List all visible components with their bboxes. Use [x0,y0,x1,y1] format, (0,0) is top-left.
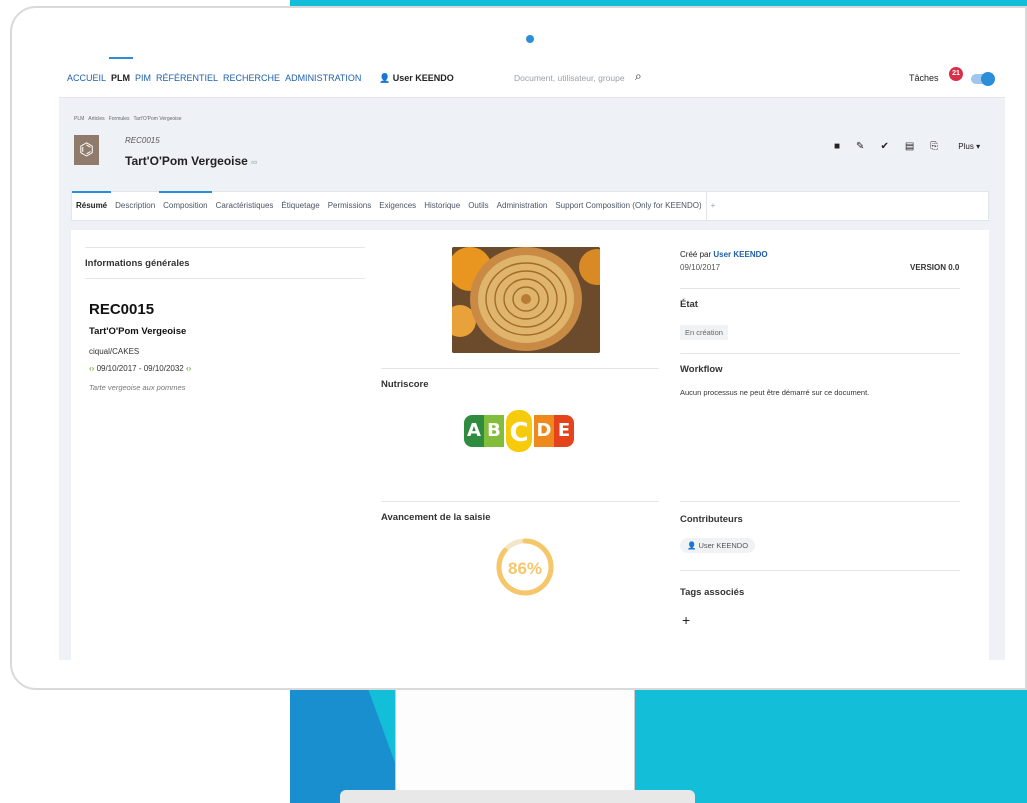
nav-plm[interactable]: PLM [111,73,130,83]
product-category: ciqual/CAKES [89,347,140,356]
state-badge: En création [680,325,728,340]
nutriscore-letter-a: A [464,415,484,447]
product-name: Tart'O'Pom Vergeoise [89,326,187,337]
divider [381,501,659,502]
print-icon[interactable]: ▤ [905,141,914,152]
tab-permissions[interactable]: Permissions [324,192,376,220]
book-icon[interactable]: ■ [834,141,840,152]
user-icon: 👤 [687,541,697,550]
breadcrumb-articles[interactable]: Articles [88,116,104,122]
divider [680,570,960,571]
general-info-title: Informations générales [85,258,190,269]
nutriscore-title: Nutriscore [381,379,429,390]
search-icon[interactable]: ⌕ [635,69,642,84]
workflow-message: Aucun processus ne peut être démarré sur… [680,388,870,397]
current-user-name: User KEENDO [392,73,454,83]
camera-dot [526,35,534,43]
divider [680,501,960,502]
tasks-label[interactable]: Tâches [909,73,939,83]
more-button[interactable]: Plus ▾ [958,142,980,151]
tab-exigences[interactable]: Exigences [375,192,420,220]
document-name: Tart'O'Pom Vergeoise [125,154,248,168]
link-icon[interactable]: ∞ [251,157,257,167]
add-tag-button[interactable]: + [682,612,690,628]
validity-arrows-icon: ‹› [89,364,95,373]
apple-tart-image [452,247,600,353]
validity-arrows-icon: ‹› [185,364,192,373]
tab-composition[interactable]: Composition [159,191,213,220]
created-by-user[interactable]: User KEENDO [713,250,767,259]
contributor-name: User KEENDO [698,541,749,550]
state-title: État [680,299,698,310]
divider [680,353,960,354]
tags-title: Tags associés [680,587,745,598]
nav-referentiel[interactable]: RÉFÉRENTIEL [156,73,218,83]
product-description: Tarte vergeoise aux pommes [89,383,186,392]
user-icon: 👤 [379,73,391,83]
current-user[interactable]: 👤 User KEENDO [379,73,454,84]
created-by-label: Créé par [680,250,712,259]
breadcrumb-formules[interactable]: Formules [109,116,130,122]
nav-recherche[interactable]: RECHERCHE [223,73,280,83]
summary-panel: Informations générales REC0015 Tart'O'Po… [71,230,989,660]
nutriscore-letter-e: E [554,415,574,447]
nutriscore-letter-c: C [504,408,534,454]
monitor-base [340,790,695,803]
progress-title: Avancement de la saisie [381,512,491,523]
nutriscore-letter-d: D [534,415,554,447]
divider [85,278,365,279]
nav-pim[interactable]: PIM [135,73,151,83]
tab-add[interactable]: + [705,192,720,220]
nav-accueil[interactable]: ACCUEIL [67,73,106,83]
clipboard-icon[interactable]: ⎘ [930,141,938,152]
nav-administration[interactable]: ADMINISTRATION [285,73,361,83]
top-navigation: ACCUEIL PLM PIM RÉFÉRENTIEL RECHERCHE ADMINIS… [59,56,1005,98]
tab-etiquetage[interactable]: Étiquetage [277,192,323,220]
progress-ring-graphic: 86% [496,538,554,596]
document-code: REC0015 [125,136,160,145]
nutriscore-letter-b: B [484,415,504,447]
tab-historique[interactable]: Historique [420,192,464,220]
contributor-chip[interactable]: 👤 User KEENDO [680,538,756,553]
validity-range: 09/10/2017 - 09/10/2032 [96,364,184,373]
tab-outils[interactable]: Outils [464,192,492,220]
document-type-icon: ⌬ [74,135,99,165]
tasks-toggle[interactable] [971,72,995,86]
created-by: Créé par User KEENDO [680,250,768,259]
tasks-count-badge: 21 [949,67,963,81]
main-menu: ACCUEIL PLM PIM RÉFÉRENTIEL RECHERCHE ADMINIS… [67,73,366,83]
tab-resume[interactable]: Résumé [72,191,112,220]
app-screen: ACCUEIL PLM PIM RÉFÉRENTIEL RECHERCHE ADMINIS… [59,56,1005,660]
breadcrumb-plm[interactable]: PLM [74,116,84,122]
breadcrumb: PLM Articles Formules Tart'O'Pom Vergeoise [74,116,186,122]
divider [85,247,365,248]
tab-administration[interactable]: Administration [493,192,552,220]
contributors-title: Contributeurs [680,514,743,525]
created-date: 09/10/2017 [680,263,721,272]
pin-icon[interactable]: ✎ [856,141,864,152]
monitor-stand [395,690,635,793]
tab-caracteristiques[interactable]: Caractéristiques [212,192,278,220]
product-photo [452,247,600,353]
check-icon[interactable]: ✔ [880,141,888,152]
reference-code: REC0015 [89,301,155,318]
workflow-title: Workflow [680,364,723,375]
progress-ring: 86% [493,535,557,604]
document-actions: ■ ✎ ✔ ▤ ⎘ Plus ▾ [834,141,996,152]
validity-dates: ‹› 09/10/2017 - 09/10/2032 ‹› [89,364,191,373]
tab-bar: Résumé Description Composition Caractéristi… [71,191,989,221]
breadcrumb-current: Tart'O'Pom Vergeoise [133,116,182,122]
search-input[interactable]: Document, utilisateur, groupe [514,73,625,83]
progress-value: 86% [508,559,542,578]
monitor-frame: ACCUEIL PLM PIM RÉFÉRENTIEL RECHERCHE ADMINIS… [10,6,1027,690]
tab-description[interactable]: Description [111,192,159,220]
version-label: VERSION 0.0 [910,263,960,272]
document-title: Tart'O'Pom Vergeoise ∞ [125,154,257,168]
divider [381,368,659,369]
divider [680,288,960,289]
tab-support-composition[interactable]: Support Composition (Only for KEENDO) [551,192,705,220]
